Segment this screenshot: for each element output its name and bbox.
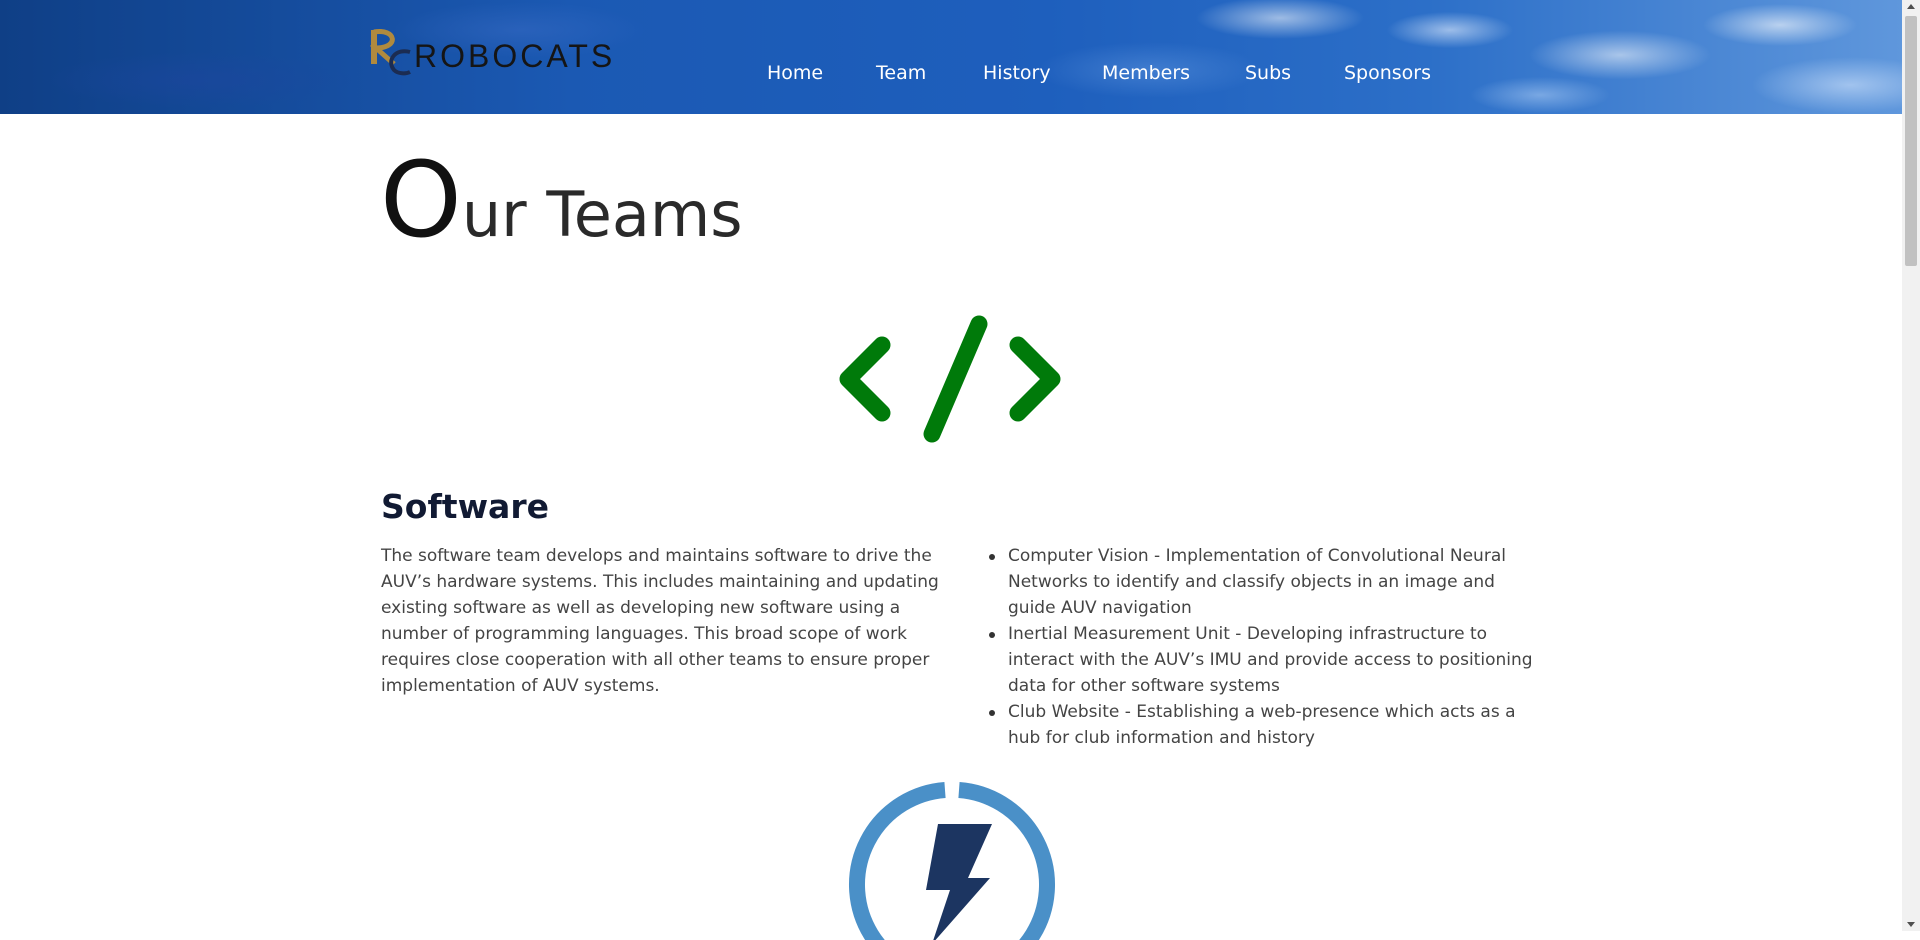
nav-subs[interactable]: Subs — [1245, 62, 1291, 84]
list-item: Club Website - Establishing a web-presen… — [989, 699, 1538, 751]
list-item-text: Computer Vision - Implementation of Conv… — [1008, 546, 1506, 618]
title-rest: ur Teams — [461, 178, 743, 251]
vertical-scrollbar[interactable] — [1902, 0, 1920, 931]
nav-history[interactable]: History — [983, 62, 1051, 84]
list-item: Computer Vision - Implementation of Conv… — [989, 543, 1538, 621]
scroll-up-arrow-icon[interactable] — [1907, 4, 1915, 9]
logo-wordmark: ROBOCATS — [414, 38, 616, 74]
list-item-text: Inertial Measurement Unit - Developing i… — [1008, 624, 1533, 696]
nav-team[interactable]: Team — [876, 62, 926, 84]
scroll-down-arrow-icon[interactable] — [1907, 922, 1915, 927]
list-item: Inertial Measurement Unit - Developing i… — [989, 621, 1538, 699]
rc-logo-mark-icon — [370, 29, 411, 76]
software-focus-list: Computer Vision - Implementation of Conv… — [989, 543, 1538, 751]
bullet-icon — [989, 554, 995, 560]
section-heading-software: Software — [381, 487, 549, 526]
bullet-icon — [989, 632, 995, 638]
lightning-bolt-icon — [849, 782, 1055, 940]
software-description: The software team develops and maintains… — [381, 546, 939, 696]
nav-home[interactable]: Home — [767, 62, 823, 84]
list-item-text: Club Website - Establishing a web-presen… — [1008, 702, 1516, 748]
site-header: ROBOCATS Home Team History Members Subs … — [0, 0, 1902, 114]
bullet-icon — [989, 710, 995, 716]
title-initial: O — [380, 139, 462, 261]
nav-sponsors[interactable]: Sponsors — [1344, 62, 1431, 84]
nav-members[interactable]: Members — [1102, 62, 1190, 84]
scrollbar-thumb[interactable] — [1905, 16, 1917, 266]
page-title: Our Teams — [380, 148, 743, 252]
code-icon — [839, 315, 1061, 443]
robocats-logo[interactable]: ROBOCATS — [370, 26, 612, 76]
